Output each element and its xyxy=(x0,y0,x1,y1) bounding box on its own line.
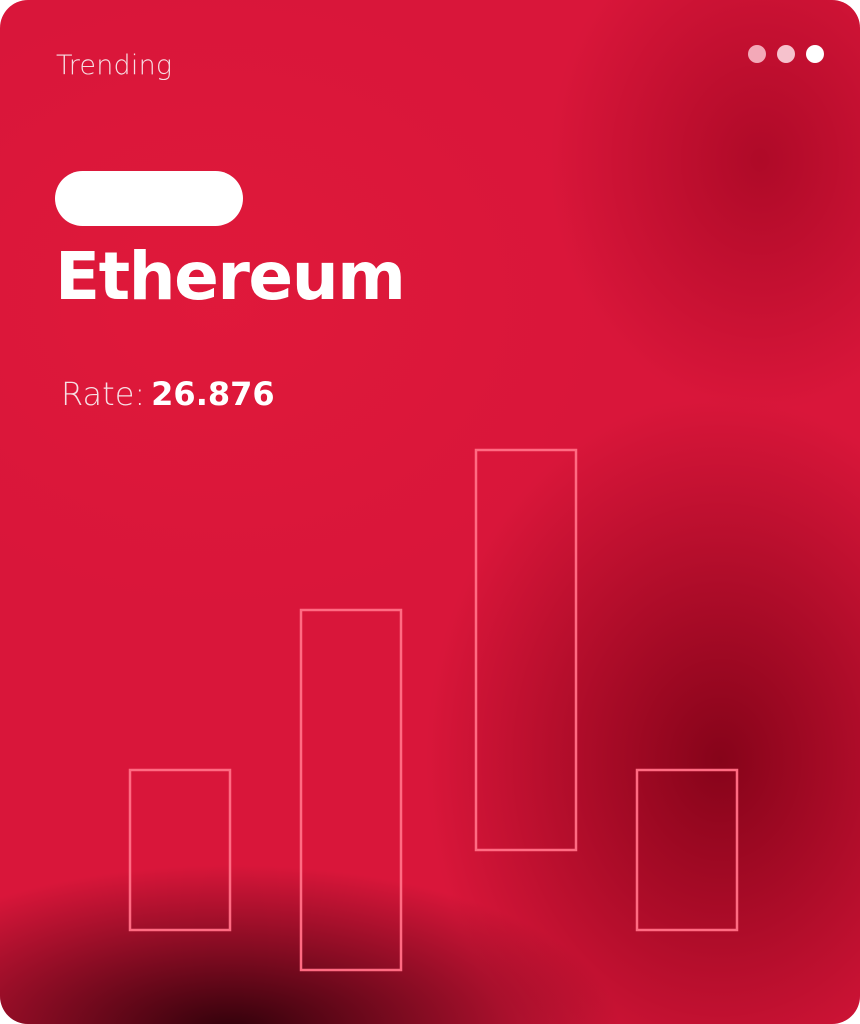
ethereum-card: Trending Ethereum Rate: 26.876 xyxy=(0,0,860,1024)
bar-group xyxy=(128,448,739,972)
bar-4 xyxy=(635,768,739,932)
bar-2 xyxy=(299,608,403,972)
bar-1 xyxy=(128,768,232,932)
bar-chart xyxy=(128,448,739,972)
bar-3 xyxy=(474,448,578,852)
